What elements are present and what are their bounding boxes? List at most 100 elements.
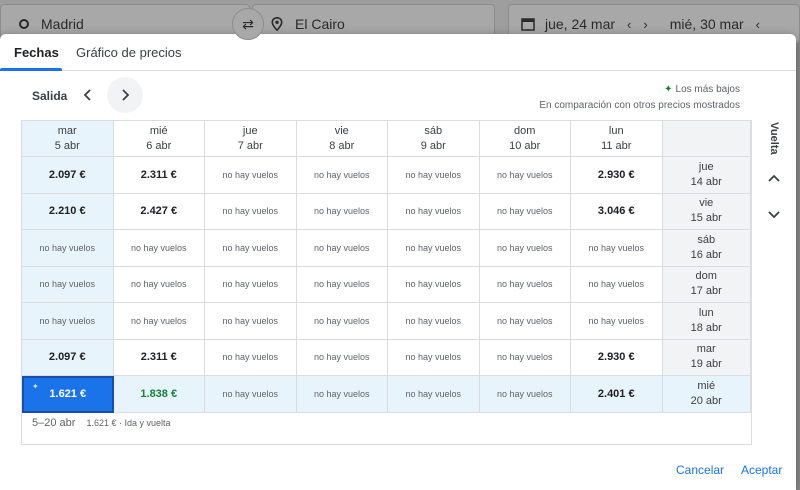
column-header[interactable]: mié 6 abr xyxy=(113,121,205,157)
tab-fechas[interactable]: Fechas xyxy=(14,45,59,60)
selection-range: 5–20 abr xyxy=(32,417,76,429)
column-date: 9 abr xyxy=(420,139,446,152)
vuelta-up-button[interactable] xyxy=(765,169,783,187)
salida-label: Salida xyxy=(32,89,68,103)
price-cell[interactable]: 2.097 € xyxy=(22,339,114,376)
sparkle-icon: ✦ xyxy=(32,382,39,391)
row-day: vie xyxy=(699,197,714,210)
active-tab-indicator xyxy=(0,68,62,71)
no-flights-text: no hay vuelos xyxy=(405,279,462,290)
row-header[interactable]: sáb 16 abr xyxy=(662,230,751,267)
date-price-grid: mar 5 abr mié 6 abr jue 7 abr vie 8 abr sáb 9 abr… xyxy=(21,120,752,445)
no-flights-text: no hay vuelos xyxy=(496,206,553,217)
chevron-left-icon xyxy=(83,89,91,101)
location-pin-icon xyxy=(271,17,283,31)
price-cell: no hay vuelos xyxy=(296,339,388,376)
depart-next-chevron-icon[interactable]: › xyxy=(643,17,647,32)
price-cell[interactable]: 3.046 € xyxy=(571,193,663,230)
no-flights-text: no hay vuelos xyxy=(496,352,553,363)
price-cell[interactable]: 2.930 € xyxy=(571,157,663,194)
no-flights-text: no hay vuelos xyxy=(313,352,370,363)
depart-prev-chevron-icon[interactable]: ‹ xyxy=(627,17,631,32)
no-flights-text: no hay vuelos xyxy=(405,352,462,363)
price-value: 2.311 € xyxy=(140,351,177,364)
calendar-icon xyxy=(521,18,535,31)
destination-value: El Cairo xyxy=(295,16,345,32)
price-value: 2.210 € xyxy=(48,205,86,218)
price-cell: no hay vuelos xyxy=(479,266,571,303)
row-date: 17 abr xyxy=(690,285,722,298)
row-header[interactable]: vie 15 abr xyxy=(662,193,751,230)
no-flights-text: no hay vuelos xyxy=(39,315,96,326)
price-value: 3.046 € xyxy=(597,205,635,218)
price-cell: no hay vuelos xyxy=(388,266,480,303)
column-header[interactable]: dom 10 abr xyxy=(479,121,571,157)
price-cell: no hay vuelos xyxy=(205,157,297,194)
column-date: 10 abr xyxy=(509,139,541,152)
price-cell[interactable]: 2.401 € xyxy=(571,376,663,413)
chevron-down-icon xyxy=(768,211,780,219)
no-flights-text: no hay vuelos xyxy=(588,279,645,290)
vuelta-label: Vuelta xyxy=(768,122,780,155)
price-cell: no hay vuelos xyxy=(22,230,114,267)
row-date: 18 abr xyxy=(690,321,722,334)
price-cell[interactable]: 2.311 € xyxy=(113,157,205,194)
price-value: 2.930 € xyxy=(597,168,635,181)
price-cell: no hay vuelos xyxy=(479,230,571,267)
column-header[interactable]: vie 8 abr xyxy=(296,121,388,157)
no-flights-text: no hay vuelos xyxy=(313,242,370,253)
price-cell: no hay vuelos xyxy=(296,266,388,303)
date-grid-dialog: Fechas Gráfico de precios Salida ✦ Los má… xyxy=(0,34,796,490)
price-cell[interactable]: 2.427 € xyxy=(113,193,205,230)
no-flights-text: no hay vuelos xyxy=(588,315,645,326)
salida-prev-button[interactable] xyxy=(70,77,106,113)
price-cell[interactable]: 1.838 € xyxy=(113,376,205,413)
depart-date-value: jue, 24 mar xyxy=(545,16,616,32)
price-cell: no hay vuelos xyxy=(388,230,480,267)
swap-icon[interactable]: ⇄ xyxy=(232,8,264,40)
column-header[interactable]: sáb 9 abr xyxy=(388,121,480,157)
row-date: 14 abr xyxy=(690,175,722,188)
price-cell: no hay vuelos xyxy=(113,230,205,267)
no-flights-text: no hay vuelos xyxy=(222,279,279,290)
row-day: lun xyxy=(698,306,714,319)
column-header[interactable]: mar 5 abr xyxy=(22,121,114,157)
column-day: mié xyxy=(149,124,168,137)
accept-button[interactable]: Aceptar xyxy=(741,463,782,477)
no-flights-text: no hay vuelos xyxy=(313,206,370,217)
price-cell: no hay vuelos xyxy=(479,376,571,413)
price-cell[interactable]: 2.210 € xyxy=(22,193,114,230)
column-day: sáb xyxy=(424,124,443,137)
price-cell: no hay vuelos xyxy=(205,339,297,376)
column-day: mar xyxy=(57,124,77,137)
selected-price-cell[interactable]: ✦ 1.621 € xyxy=(22,376,114,413)
column-day: lun xyxy=(608,124,624,137)
row-header[interactable]: lun 18 abr xyxy=(662,303,751,340)
price-cell[interactable]: 2.097 € xyxy=(22,157,114,194)
no-flights-text: no hay vuelos xyxy=(496,169,553,180)
row-header[interactable]: mar 19 abr xyxy=(662,339,751,376)
column-header[interactable]: jue 7 abr xyxy=(205,121,297,157)
price-cell[interactable]: 2.311 € xyxy=(113,339,205,376)
row-date: 19 abr xyxy=(690,358,722,371)
price-cell: no hay vuelos xyxy=(205,193,297,230)
grid-corner xyxy=(662,121,751,157)
tab-grafico-precios[interactable]: Gráfico de precios xyxy=(76,45,182,60)
column-header[interactable]: lun 11 abr xyxy=(571,121,663,157)
price-cell: no hay vuelos xyxy=(296,376,388,413)
row-header[interactable]: dom 17 abr xyxy=(662,266,751,303)
price-cell: no hay vuelos xyxy=(479,303,571,340)
selection-summary: 5–20 abr 1.621 € · Ida y vuelta xyxy=(32,417,171,429)
price-cell: no hay vuelos xyxy=(479,157,571,194)
price-cell[interactable]: 2.930 € xyxy=(571,339,663,376)
origin-value: Madrid xyxy=(41,16,84,32)
selection-price-note: 1.621 € · Ida y vuelta xyxy=(86,418,171,428)
vuelta-down-button[interactable] xyxy=(765,206,783,224)
price-value: 2.401 € xyxy=(597,387,635,400)
row-header[interactable]: mié 20 abr xyxy=(662,376,751,413)
no-flights-text: no hay vuelos xyxy=(405,206,462,217)
cancel-button[interactable]: Cancelar xyxy=(676,463,724,477)
salida-next-button[interactable] xyxy=(107,77,143,113)
row-header[interactable]: jue 14 abr xyxy=(662,157,751,194)
return-prev-chevron-icon[interactable]: ‹ xyxy=(756,17,760,32)
